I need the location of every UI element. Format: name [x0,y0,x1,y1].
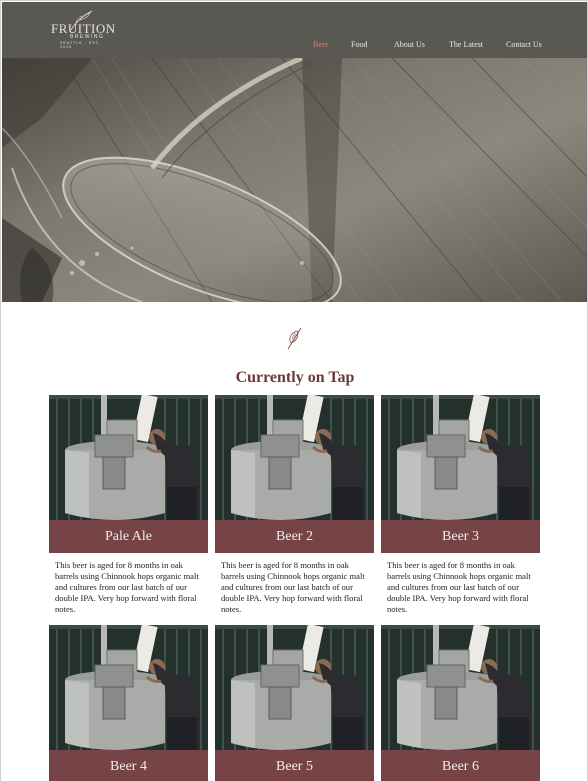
beer-name: Beer 2 [215,520,374,553]
beer-description: This beer is aged for 8 months in oak ba… [387,560,531,614]
beer-name: Beer 4 [49,750,208,781]
section-title: Currently on Tap [235,369,355,386]
brewer-photo [215,395,374,520]
logo-subtitle: BREWING [70,34,105,40]
page-frame: FRUITION BREWING SEATTLE - EST. 2019 Bee… [0,0,588,782]
hero-image [2,58,587,302]
brewer-photo [381,625,540,750]
brewer-photo [215,625,374,750]
nav-food[interactable]: Food [351,40,367,49]
beer-name: Beer 3 [381,520,540,553]
logo-tagline: SEATTLE - EST. 2019 [60,41,101,49]
beer-name: Beer 6 [381,750,540,781]
nav-beer[interactable]: Beer [313,40,328,49]
beer-name: Beer 5 [215,750,374,781]
nav-the-latest[interactable]: The Latest [449,40,483,49]
nav-about-us[interactable]: About Us [394,40,425,49]
hop-leaf-icon [285,325,305,356]
site-header: FRUITION BREWING SEATTLE - EST. 2019 Bee… [2,2,587,58]
beer-description: This beer is aged for 8 months in oak ba… [221,560,365,614]
nav-contact-us[interactable]: Contact Us [506,40,542,49]
beer-description: This beer is aged for 8 months in oak ba… [55,560,199,614]
brewer-photo [49,625,208,750]
brewer-photo [49,395,208,520]
fruition-logo[interactable]: FRUITION BREWING SEATTLE - EST. 2019 [48,10,115,49]
brewer-photo [381,395,540,520]
hero-glass-on-wood-photo [2,58,587,302]
beer-name: Pale Ale [49,520,208,553]
